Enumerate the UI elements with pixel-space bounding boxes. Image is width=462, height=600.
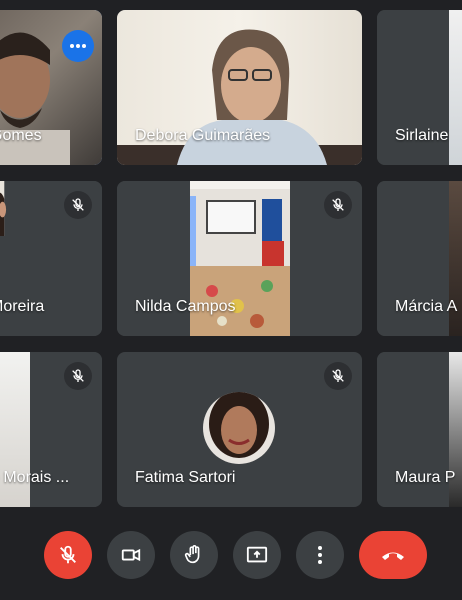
more-options-button[interactable] (296, 531, 344, 579)
participant-name: Gomes (0, 127, 42, 144)
avatar (203, 392, 275, 464)
more-horizontal-icon (70, 44, 86, 48)
end-call-button[interactable] (359, 531, 427, 579)
participant-tile-moreira[interactable]: Moreira (0, 181, 102, 336)
camera-icon (121, 548, 141, 562)
participant-name: Sirlaine (395, 127, 449, 144)
participant-name: Fatima Sartori (135, 469, 236, 486)
raise-hand-button[interactable] (170, 531, 218, 579)
participant-video (0, 181, 7, 237)
participant-name: Maura P (395, 469, 456, 486)
mic-off-icon (72, 369, 84, 382)
more-vertical-icon (318, 546, 322, 564)
muted-indicator (324, 362, 352, 390)
muted-indicator (64, 191, 92, 219)
mic-off-icon (332, 369, 344, 382)
participant-video (449, 10, 462, 165)
mic-off-icon (72, 198, 84, 211)
participant-tile-morais[interactable]: o Morais ... (0, 352, 102, 507)
participant-name: Márcia A (395, 298, 458, 315)
participant-tile-marcia[interactable]: Márcia A (377, 181, 462, 336)
muted-indicator (64, 362, 92, 390)
microphone-toggle-button[interactable] (44, 531, 92, 579)
raise-hand-icon (184, 545, 200, 564)
present-screen-button[interactable] (233, 531, 281, 579)
participant-name: Moreira (0, 298, 45, 315)
muted-indicator (324, 191, 352, 219)
participant-tile-nilda[interactable]: Nilda Campos (117, 181, 362, 336)
present-screen-icon (246, 546, 268, 563)
end-call-icon (382, 552, 404, 560)
participant-tile-debora[interactable]: Debora Guimarães (117, 10, 362, 165)
participant-tile-sirlaine[interactable]: Sirlaine (377, 10, 462, 165)
camera-toggle-button[interactable] (107, 531, 155, 579)
participant-tile-maura[interactable]: Maura P (377, 352, 462, 507)
participant-name: Nilda Campos (135, 298, 236, 315)
participant-tile-fatima[interactable]: Fatima Sartori (117, 352, 362, 507)
participant-name: o Morais ... (0, 469, 70, 486)
participant-name: Debora Guimarães (135, 127, 271, 144)
participant-tile-gomes[interactable]: Gomes (0, 10, 102, 165)
mic-off-icon (332, 198, 344, 211)
mic-off-icon (60, 545, 76, 564)
more-options-button[interactable] (62, 30, 94, 62)
